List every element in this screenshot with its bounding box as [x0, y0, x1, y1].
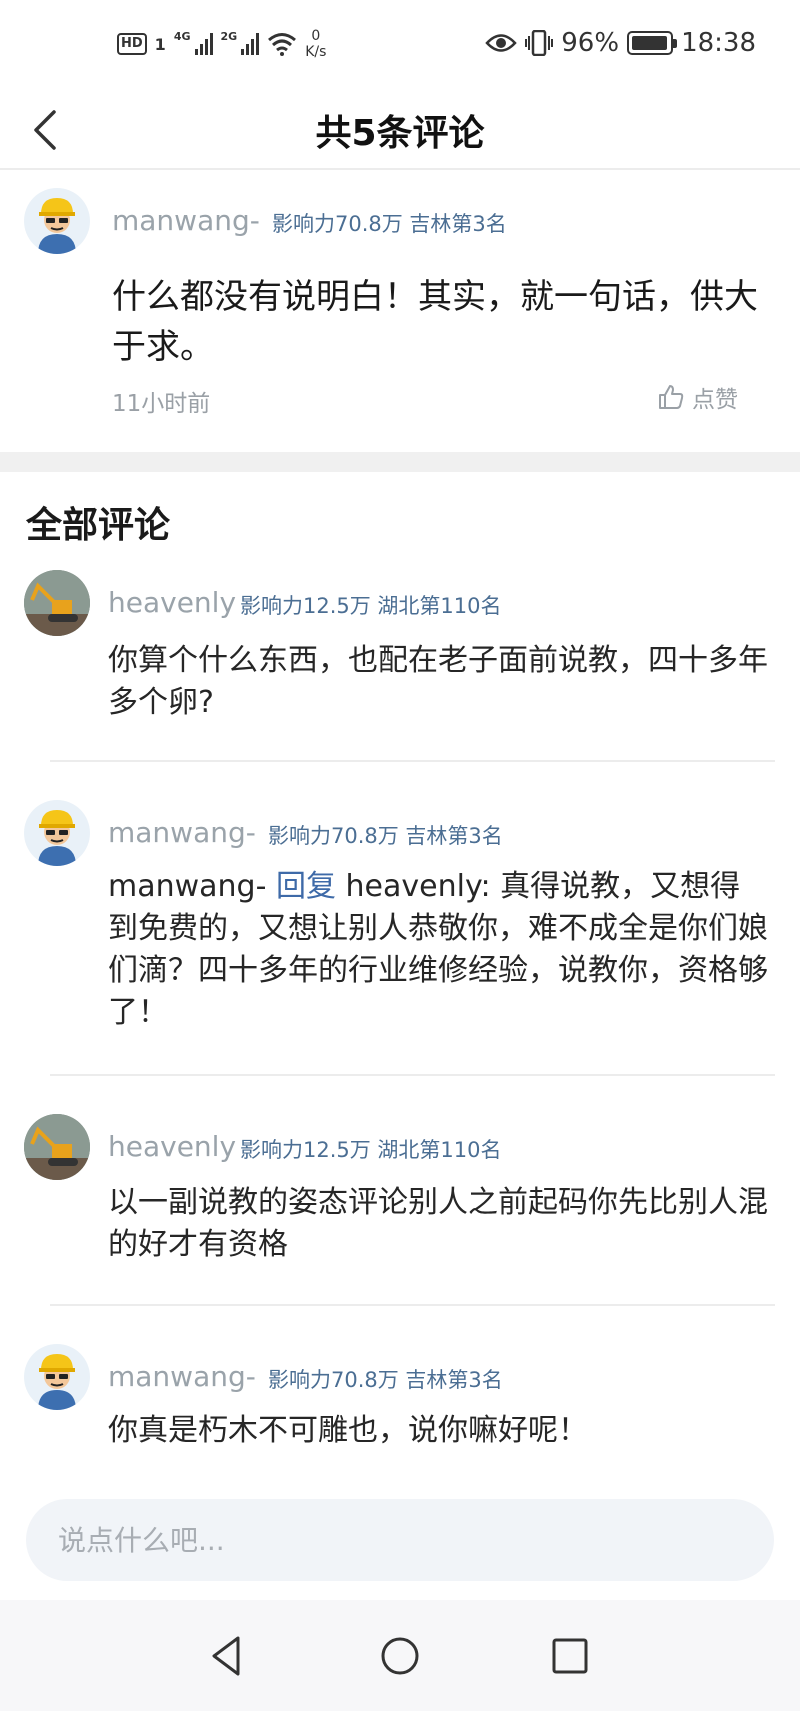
- comment-text: manwang- 回复 heavenly: 真得说教，又想得到免费的，又想让别人…: [108, 866, 768, 1034]
- section-divider: [0, 452, 800, 472]
- thumb-up-icon: [658, 384, 684, 410]
- vibrate-icon: [525, 30, 553, 56]
- comment-text: 以一副说教的姿态评论别人之前起码你先比别人混的好才有资格: [108, 1182, 768, 1266]
- top-bar: 共5条评论: [0, 92, 800, 170]
- network-4g-label: 4G: [174, 30, 191, 43]
- comment-text: 你真是朽木不可雕也，说你嘛好呢！: [108, 1410, 768, 1452]
- clock: 18:38: [681, 28, 756, 58]
- list-item: heavenly 影响力12.5万 湖北第110名 以一副说教的姿态评论别人之前…: [0, 1112, 800, 1304]
- worker-avatar-icon: [24, 188, 90, 254]
- username[interactable]: manwang-: [112, 204, 260, 237]
- reply-label[interactable]: 回复: [276, 869, 336, 904]
- user-meta: 影响力70.8万 吉林第3名: [268, 1364, 503, 1394]
- sim-indicator: 1: [155, 35, 166, 54]
- hd-indicator: HD: [117, 33, 147, 55]
- username[interactable]: manwang-: [108, 816, 256, 849]
- username[interactable]: manwang-: [108, 1360, 256, 1393]
- system-nav-bar: [0, 1600, 800, 1711]
- list-item: manwang- 影响力70.8万 吉林第3名 manwang- 回复 heav…: [0, 798, 800, 1074]
- like-button[interactable]: 点赞: [658, 380, 738, 414]
- comment-input[interactable]: [26, 1499, 774, 1581]
- user-meta: 影响力12.5万 湖北第110名: [240, 590, 502, 620]
- signal-4g-icon: [195, 33, 213, 55]
- user-meta: 影响力12.5万 湖北第110名: [240, 1134, 502, 1164]
- excavator-avatar-icon: [24, 1114, 90, 1180]
- eye-icon: [485, 32, 517, 54]
- avatar[interactable]: [24, 1114, 90, 1180]
- user-meta: 影响力70.8万 吉林第3名: [268, 820, 503, 850]
- nav-back-icon[interactable]: [206, 1634, 250, 1678]
- worker-avatar-icon: [24, 800, 90, 866]
- comment-input-bar: [0, 1477, 800, 1583]
- wifi-icon: [267, 32, 297, 56]
- network-speed: 0 K/s: [305, 28, 326, 60]
- username[interactable]: heavenly: [108, 586, 236, 619]
- comment-text: 你算个什么东西，也配在老子面前说教，四十多年多个卵?: [108, 640, 768, 724]
- battery-icon: [627, 31, 673, 55]
- username[interactable]: heavenly: [108, 1130, 236, 1163]
- original-comment: manwang- 影响力70.8万 吉林第3名 什么都没有说明白！其实，就一句话…: [0, 172, 800, 452]
- comment-separator: [50, 760, 775, 762]
- comment-text: 什么都没有说明白！其实，就一句话，供大于求。: [112, 272, 782, 372]
- nav-home-icon[interactable]: [378, 1634, 422, 1678]
- nav-recent-icon[interactable]: [548, 1634, 592, 1678]
- list-item: manwang- 影响力70.8万 吉林第3名 你真是朽木不可雕也，说你嘛好呢！: [0, 1342, 800, 1477]
- like-label: 点赞: [692, 380, 738, 414]
- worker-avatar-icon: [24, 1344, 90, 1410]
- speed-unit: K/s: [305, 44, 326, 60]
- comment-separator: [50, 1304, 775, 1306]
- all-comments-heading: 全部评论: [26, 496, 170, 548]
- speed-value: 0: [305, 28, 326, 44]
- reply-target[interactable]: heavenly:: [346, 869, 491, 904]
- battery-percent: 96%: [561, 28, 619, 58]
- list-item: heavenly 影响力12.5万 湖北第110名 你算个什么东西，也配在老子面…: [0, 568, 800, 760]
- user-meta: 影响力70.8万 吉林第3名: [272, 208, 507, 238]
- avatar[interactable]: [24, 1344, 90, 1410]
- page-title: 共5条评论: [0, 104, 800, 156]
- status-bar: HD 1 4G 2G 0 K/s 96% 18:38: [0, 0, 800, 92]
- avatar[interactable]: [24, 188, 90, 254]
- comment-time: 11小时前: [112, 384, 210, 418]
- avatar[interactable]: [24, 570, 90, 636]
- signal-2g-icon: [241, 33, 259, 55]
- network-2g-label: 2G: [221, 30, 238, 43]
- excavator-avatar-icon: [24, 570, 90, 636]
- comment-separator: [50, 1074, 775, 1076]
- avatar[interactable]: [24, 800, 90, 866]
- reply-author[interactable]: manwang-: [108, 869, 266, 904]
